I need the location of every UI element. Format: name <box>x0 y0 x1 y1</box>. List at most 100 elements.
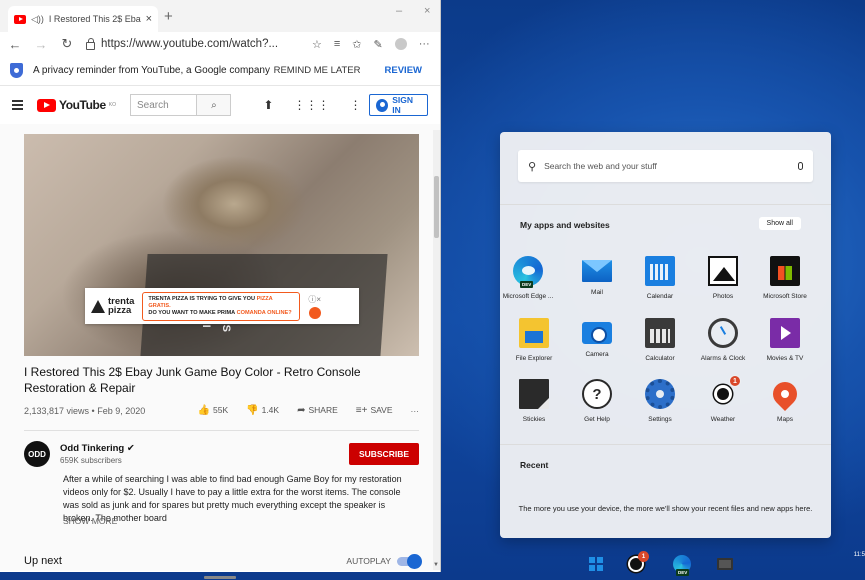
ad-close-icon[interactable]: ⓘ× <box>308 294 321 305</box>
channel-name[interactable]: Odd Tinkering ✔ <box>60 443 349 454</box>
calendar-icon <box>645 256 675 286</box>
app-tile-stickies[interactable]: Stickies <box>504 379 564 423</box>
window-resize-handle[interactable] <box>204 576 236 579</box>
save-button[interactable]: ≡+ SAVE <box>356 405 393 416</box>
like-button[interactable]: 👍 55K <box>198 405 229 416</box>
task-view-icon[interactable] <box>717 558 733 570</box>
show-more-link[interactable]: SHOW MORE <box>63 516 117 526</box>
youtube-logo[interactable]: YouTube KO <box>36 98 116 112</box>
subscribe-button[interactable]: SUBSCRIBE <box>348 443 419 465</box>
youtube-logo-text: YouTube <box>58 98 106 112</box>
url-field[interactable]: https://www.youtube.com/watch?... <box>86 37 296 50</box>
recent-empty-message: The more you use your device, the more w… <box>518 504 813 513</box>
app-tile-weather[interactable]: 1 Weather <box>693 375 753 423</box>
app-tile-settings[interactable]: Settings <box>630 379 690 423</box>
start-menu: ⚲ Search the web and your stuff My apps … <box>500 132 831 538</box>
sign-in-button[interactable]: SIGN IN <box>369 94 428 116</box>
more-menu-icon[interactable]: ··· <box>419 38 430 50</box>
microphone-icon[interactable] <box>798 162 803 170</box>
forward-arrow-icon[interactable]: → <box>34 37 48 52</box>
recent-heading: Recent <box>520 460 549 470</box>
like-count: 55K <box>213 405 229 415</box>
scroll-down-arrow-icon[interactable]: ▼ <box>433 562 439 568</box>
weather-taskbar-icon[interactable]: 1 <box>627 551 649 573</box>
file-explorer-icon <box>519 318 549 348</box>
tab-bar: ◁)) I Restored This 2$ Ebay Junk × + – × <box>0 0 440 32</box>
show-all-button[interactable]: Show all <box>758 217 801 230</box>
app-tile-calculator[interactable]: Calculator <box>630 318 690 362</box>
remind-later-button[interactable]: REMIND ME LATER <box>274 65 361 76</box>
dislike-button[interactable]: 👎 1.4K <box>246 405 279 416</box>
help-icon: ? <box>582 379 612 409</box>
page-scrollbar[interactable]: ▼ <box>433 130 440 570</box>
ad-message: TRENTA PIZZA IS TRYING TO GIVE YOU PIZZA… <box>142 291 301 321</box>
minimize-button[interactable]: – <box>396 5 402 17</box>
review-button[interactable]: REVIEW <box>385 65 422 76</box>
windows-start-icon[interactable] <box>589 557 603 571</box>
browser-tab[interactable]: ◁)) I Restored This 2$ Ebay Junk × <box>8 6 158 32</box>
edge-dev-icon: DEV <box>513 256 543 288</box>
ad-arrow-icon[interactable] <box>308 306 321 319</box>
more-actions-button[interactable]: ··· <box>411 406 420 416</box>
back-arrow-icon[interactable]: ← <box>8 37 22 52</box>
app-tile-photos[interactable]: Photos <box>693 256 753 300</box>
pen-icon[interactable]: ✎ <box>374 38 383 51</box>
favorite-star-icon[interactable]: ☆ <box>312 38 322 51</box>
app-tile-calendar[interactable]: Calendar <box>630 256 690 300</box>
start-search-input[interactable]: ⚲ Search the web and your stuff <box>518 150 813 182</box>
search-input[interactable]: Search <box>129 94 197 116</box>
scrollbar-thumb[interactable] <box>434 176 439 238</box>
apps-grid-icon[interactable]: ⋮⋮⋮ <box>293 98 329 112</box>
hamburger-menu-icon[interactable] <box>12 100 23 110</box>
app-label: Maps <box>777 416 793 423</box>
app-tile-maps[interactable]: Maps <box>755 377 815 423</box>
app-tile-camera[interactable]: Camera <box>567 318 627 358</box>
upload-icon[interactable]: ⬆ <box>263 98 273 112</box>
app-tile-file-explorer[interactable]: File Explorer <box>504 318 564 362</box>
video-ad-banner[interactable]: trenta pizza TRENTA PIZZA IS TRYING TO GI… <box>85 288 359 324</box>
favorites-icon[interactable]: ✩ <box>352 38 361 51</box>
share-button[interactable]: ➦ SHARE <box>297 405 338 416</box>
up-next-row: Up next AUTOPLAY <box>24 553 422 569</box>
app-tile-store[interactable]: Microsoft Store <box>755 256 815 300</box>
alarm-clock-icon <box>708 318 738 348</box>
app-tile-alarms[interactable]: Alarms & Clock <box>693 318 753 362</box>
new-tab-button[interactable]: + <box>164 8 173 25</box>
ad-highlight: COMANDA ONLINE? <box>236 309 292 316</box>
view-count: 2,133,817 views • Feb 9, 2020 <box>24 405 146 416</box>
youtube-favicon-icon <box>14 14 26 24</box>
edge-dev-taskbar-icon[interactable]: DEV <box>673 555 691 576</box>
settings-dots-icon[interactable]: ⋮ <box>349 98 361 112</box>
app-label: Settings <box>648 416 672 423</box>
channel-avatar[interactable]: ODD <box>24 441 50 467</box>
close-window-button[interactable]: × <box>424 5 430 17</box>
autoplay-toggle[interactable] <box>397 553 422 569</box>
privacy-reminder-bar: A privacy reminder from YouTube, a Googl… <box>0 56 440 86</box>
divider <box>500 204 831 205</box>
video-player[interactable]: DEVI CLAS LE trentapizza TRENTA PIZZA IS… <box>24 134 419 356</box>
app-tile-get-help[interactable]: ? Get Help <box>567 379 627 423</box>
app-label: Stickies <box>522 416 546 423</box>
app-tile-mail[interactable]: Mail <box>567 256 627 296</box>
dev-badge: DEV <box>520 281 534 288</box>
tab-title: I Restored This 2$ Ebay Junk <box>48 14 141 24</box>
channel-row: ODD Odd Tinkering ✔ 659K subscribers SUB… <box>24 438 419 470</box>
stickies-icon <box>519 379 549 409</box>
apps-heading: My apps and websites <box>520 220 610 230</box>
clock[interactable]: 11:5 <box>854 552 865 558</box>
url-text: https://www.youtube.com/watch?... <box>101 38 279 50</box>
app-tile-movies[interactable]: Movies & TV <box>755 318 815 362</box>
app-label: Alarms & Clock <box>700 355 746 362</box>
reading-view-icon[interactable]: ≡ <box>334 38 340 50</box>
thumbs-up-icon: 👍 <box>197 405 210 416</box>
app-tile-edge[interactable]: DEV Microsoft Edge ... <box>498 256 558 300</box>
profile-avatar[interactable] <box>394 38 407 50</box>
youtube-play-icon <box>36 98 56 112</box>
watch-page: DEVI CLAS LE trentapizza TRENTA PIZZA IS… <box>0 124 440 571</box>
refresh-icon[interactable]: ↻ <box>60 36 74 52</box>
settings-icon <box>645 379 675 409</box>
search-button[interactable]: ⌕ <box>196 94 232 116</box>
speaker-icon[interactable]: ◁)) <box>31 14 44 25</box>
start-search-placeholder: Search the web and your stuff <box>544 161 657 171</box>
tab-close-icon[interactable]: × <box>146 13 152 25</box>
